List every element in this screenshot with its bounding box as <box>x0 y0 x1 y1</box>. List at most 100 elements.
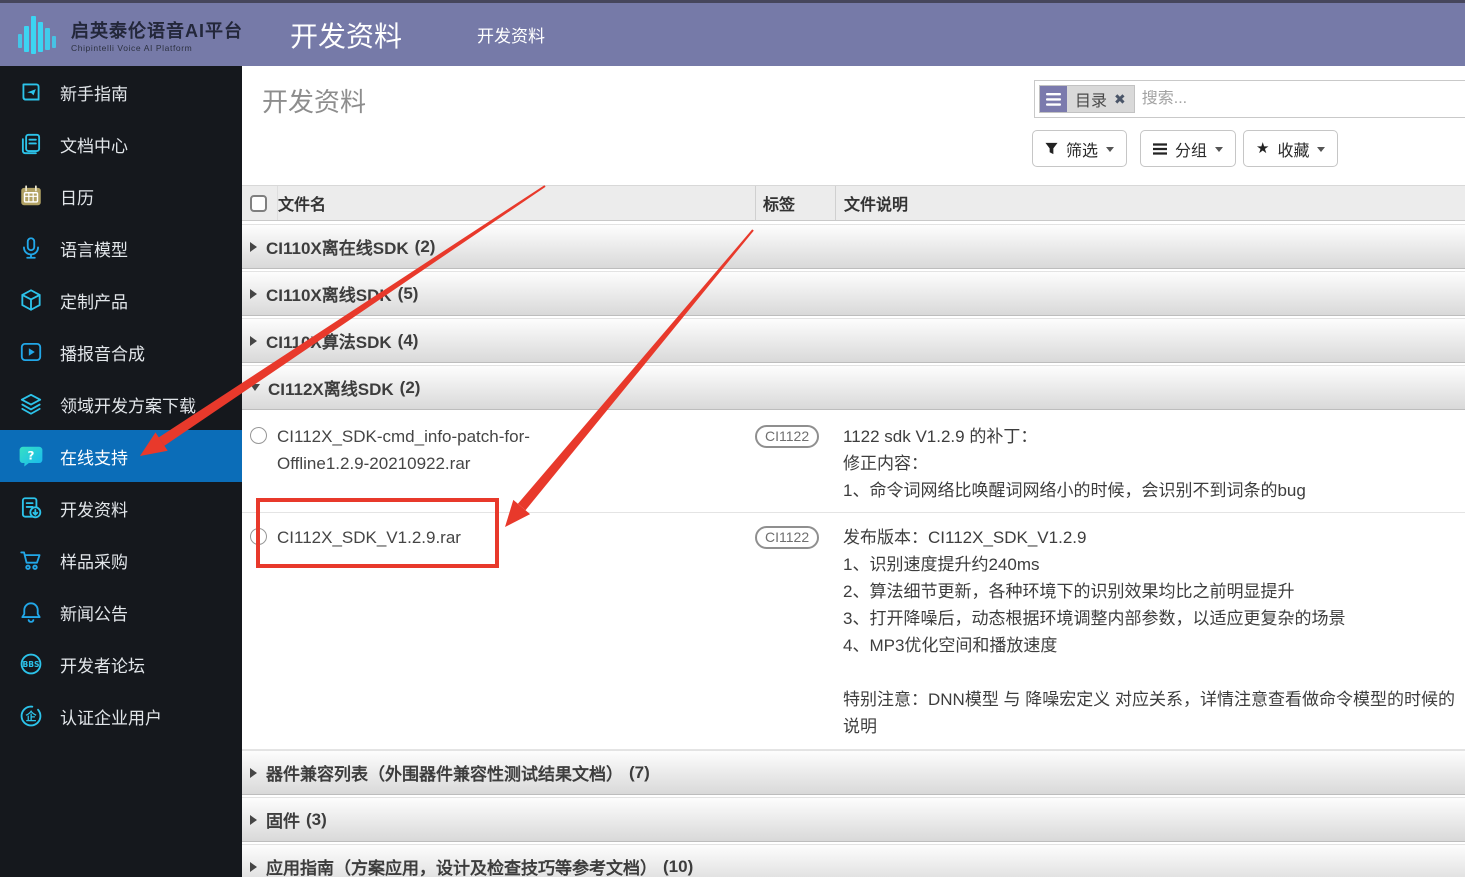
table-header-row: 文件名 标签 文件说明 <box>242 185 1465 221</box>
group-row-ci112x-offline-sdk-expanded[interactable]: CI112X离线SDK (2) <box>242 365 1465 410</box>
group-button-label: 分组 <box>1175 142 1208 160</box>
enterprise-badge-icon: 企 <box>20 705 42 727</box>
group-row-ci110x-online-offline-sdk[interactable]: CI110X离在线SDK (2) <box>242 224 1465 269</box>
column-header-description[interactable]: 文件说明 <box>835 186 1465 220</box>
sidebar-item-enterprise-cert[interactable]: 企 认证企业用户 <box>0 690 242 742</box>
sidebar-item-language-model[interactable]: 语言模型 <box>0 222 242 274</box>
facet-label: 目录 <box>1075 93 1108 110</box>
top-header: 启英泰伦语音AI平台 Chipintelli Voice AI Platform… <box>0 0 1465 66</box>
column-header-tag[interactable]: 标签 <box>755 186 835 220</box>
file-row-patch[interactable]: CI112X_SDK-cmd_info-patch-for-Offline1.2… <box>242 412 1465 513</box>
group-row-firmware[interactable]: 固件 (3) <box>242 797 1465 842</box>
group-count: (4) <box>397 330 419 350</box>
star-icon: ★ <box>1256 140 1270 157</box>
sidebar-item-label: 开发资料 <box>60 500 128 520</box>
sidebar-item-online-support[interactable]: ? 在线支持 <box>0 430 242 482</box>
description-line: 发布版本：CI112X_SDK_V1.2.9 <box>843 528 1087 547</box>
caret-down-icon <box>1106 147 1115 152</box>
sidebar-item-label: 领域开发方案下载 <box>60 396 196 416</box>
sidebar-item-label: 在线支持 <box>60 448 128 468</box>
group-count: (7) <box>629 762 650 782</box>
expand-arrow-icon <box>250 767 257 778</box>
header-menu-item[interactable]: 开发资料 <box>477 22 545 47</box>
caret-down-icon <box>1215 147 1224 152</box>
bell-icon <box>21 602 41 623</box>
expand-arrow-icon <box>250 288 257 299</box>
sidebar-item-label: 定制产品 <box>60 292 128 312</box>
row-checkbox[interactable] <box>250 528 267 545</box>
facet-remove-icon[interactable]: ✖ <box>1114 91 1126 108</box>
column-header-filename[interactable]: 文件名 <box>277 186 755 220</box>
bbs-forum-icon: BBS <box>20 653 42 675</box>
group-count: (2) <box>414 236 436 256</box>
description-line: 4、MP3优化空间和播放速度 <box>843 636 1058 655</box>
file-name[interactable]: CI112X_SDK_V1.2.9.rar <box>277 524 569 551</box>
description-line: 2、算法细节更新，各种环境下的识别效果均比之前明显提升 <box>843 582 1295 601</box>
sidebar-item-label: 开发者论坛 <box>60 656 145 676</box>
description-line: 3、打开降噪后，动态根据环境调整内部参数，以适应更复杂的场景 <box>843 609 1346 628</box>
description-line: 修正内容： <box>843 454 928 473</box>
sidebar-item-sample-purchase[interactable]: 样品采购 <box>0 534 242 586</box>
group-label: 应用指南（方案应用，设计及检查技巧等参考文档） <box>266 859 657 877</box>
description-line: 1、命令词网络比唤醒词网络小的时候，会识别不到词条的bug <box>843 481 1306 500</box>
search-input[interactable] <box>1134 90 1465 108</box>
sidebar-item-dev-materials[interactable]: 开发资料 <box>0 482 242 534</box>
file-description: 发布版本：CI112X_SDK_V1.2.9 1、识别速度提升约240ms 2、… <box>835 524 1465 741</box>
group-by-button[interactable]: 分组 <box>1140 130 1237 167</box>
group-row-application-guide[interactable]: 应用指南（方案应用，设计及检查技巧等参考文档） (10) <box>242 844 1465 877</box>
product-box-icon <box>21 289 41 311</box>
calendar-icon <box>21 185 41 206</box>
guide-book-icon <box>22 83 40 101</box>
group-label: 器件兼容列表（外围器件兼容性测试结果文档） <box>266 765 623 784</box>
sidebar-item-doc-center[interactable]: 文档中心 <box>0 118 242 170</box>
group-count: (3) <box>306 809 327 829</box>
sidebar-nav: 新手指南 文档中心 日历 语言模型 定制产品 播报音合成 领域开发方案下载 ? … <box>0 66 242 877</box>
tag-badge: CI1122 <box>755 425 820 448</box>
group-label: CI110X离在线SDK <box>266 239 409 258</box>
expand-arrow-icon <box>250 335 257 346</box>
description-line: 特别注意：DNN模型 与 降噪宏定义 对应关系，详情注意查看做命令模型的时候的说… <box>843 690 1455 736</box>
description-line: 1、识别速度提升约240ms <box>843 555 1040 574</box>
sidebar-item-domain-solutions[interactable]: 领域开发方案下载 <box>0 378 242 430</box>
search-facet-directory: 目录 ✖ <box>1039 85 1135 113</box>
select-all-checkbox[interactable] <box>250 194 267 212</box>
play-icon <box>20 342 42 362</box>
funnel-icon <box>1045 142 1058 155</box>
sidebar-item-custom-products[interactable]: 定制产品 <box>0 274 242 326</box>
search-bar[interactable]: 目录 ✖ <box>1034 80 1465 118</box>
svg-text:BBS: BBS <box>22 660 39 669</box>
page-title: 开发资料 <box>262 87 367 117</box>
group-label: CI110X离线SDK <box>266 286 392 305</box>
file-row-sdk-v129[interactable]: CI112X_SDK_V1.2.9.rar CI1122 发布版本：CI112X… <box>242 513 1465 750</box>
sidebar-item-broadcast-synthesis[interactable]: 播报音合成 <box>0 326 242 378</box>
sidebar-item-beginner-guide[interactable]: 新手指南 <box>0 66 242 118</box>
expand-arrow-icon <box>250 861 257 872</box>
group-count: (2) <box>399 377 421 397</box>
sidebar-item-label: 新闻公告 <box>60 604 128 624</box>
favorites-button[interactable]: ★ 收藏 <box>1243 130 1339 167</box>
file-description: 1122 sdk V1.2.9 的补丁： 修正内容： 1、命令词网络比唤醒词网络… <box>835 423 1465 504</box>
svg-text:企: 企 <box>25 709 37 723</box>
sidebar-item-label: 认证企业用户 <box>60 708 162 728</box>
logo-subtitle: Chipintelli Voice AI Platform <box>71 42 193 53</box>
favorites-button-label: 收藏 <box>1277 142 1310 160</box>
caret-down-icon <box>1317 147 1326 152</box>
sidebar-item-label: 播报音合成 <box>60 344 145 364</box>
file-list-table: 文件名 标签 文件说明 CI110X离在线SDK (2) CI110X离线SDK… <box>242 185 1465 877</box>
filter-button[interactable]: 筛选 <box>1032 130 1128 167</box>
group-lines-icon <box>1153 142 1167 155</box>
file-name[interactable]: CI112X_SDK-cmd_info-patch-for-Offline1.2… <box>277 423 569 477</box>
logo-title: 启英泰伦语音AI平台 <box>71 20 243 41</box>
sidebar-item-developer-forum[interactable]: BBS 开发者论坛 <box>0 638 242 690</box>
logo-audio-bars-icon <box>18 15 56 54</box>
group-row-device-compat-list[interactable]: 器件兼容列表（外围器件兼容性测试结果文档） (7) <box>242 750 1465 795</box>
cart-icon <box>20 551 41 570</box>
row-checkbox[interactable] <box>250 427 267 444</box>
sidebar-item-label: 样品采购 <box>60 552 128 572</box>
group-row-ci110x-algorithm-sdk[interactable]: CI110X算法SDK (4) <box>242 318 1465 363</box>
sidebar-item-news[interactable]: 新闻公告 <box>0 586 242 638</box>
main-content: 开发资料 目录 ✖ 筛选 分组 <box>242 66 1465 877</box>
sidebar-item-calendar[interactable]: 日历 <box>0 170 242 222</box>
group-row-ci110x-offline-sdk[interactable]: CI110X离线SDK (5) <box>242 271 1465 316</box>
microphone-icon <box>23 237 39 259</box>
